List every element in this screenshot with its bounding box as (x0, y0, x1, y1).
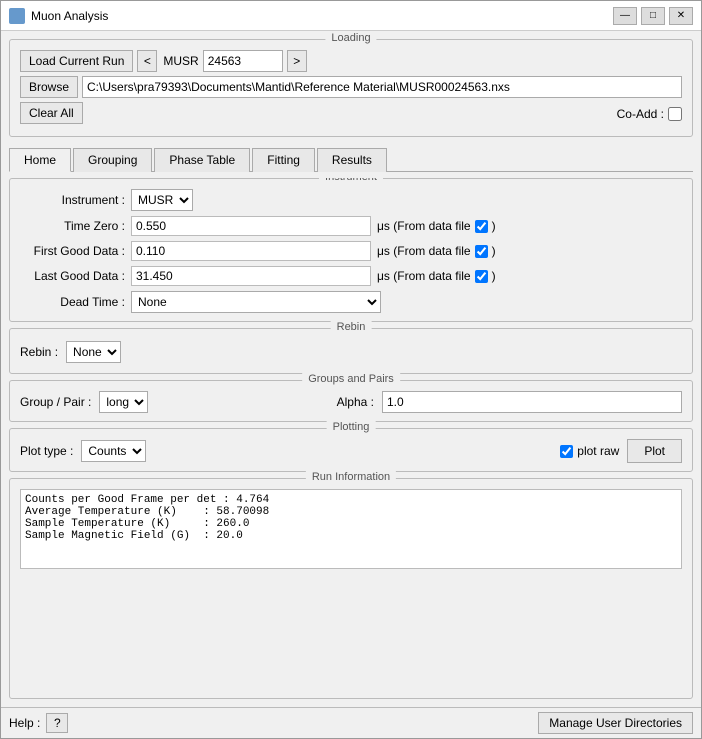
time-zero-input[interactable] (131, 216, 371, 236)
last-good-checkbox[interactable] (475, 270, 488, 283)
plotting-legend: Plotting (327, 421, 376, 433)
dead-time-label: Dead Time : (20, 295, 125, 309)
clear-all-button[interactable]: Clear All (20, 102, 83, 124)
instrument-select[interactable]: MUSR (131, 189, 193, 211)
co-add-section: Co-Add : (617, 107, 682, 121)
run-number-input[interactable] (203, 50, 283, 72)
loading-row1: Load Current Run < MUSR > (20, 50, 682, 72)
help-label: Help : (9, 716, 40, 730)
first-good-input[interactable] (131, 241, 371, 261)
loading-row3: Clear All Co-Add : (20, 102, 682, 124)
run-information-section: Run Information Counts per Good Frame pe… (9, 478, 693, 699)
plotting-section: Plotting Plot type : Counts plot raw Plo… (9, 428, 693, 472)
manage-user-directories-button[interactable]: Manage User Directories (538, 712, 693, 734)
groups-right: Alpha : (148, 391, 682, 413)
run-information-legend: Run Information (306, 471, 396, 483)
rebin-row: Rebin : None (20, 339, 682, 365)
groups-pairs-section: Groups and Pairs Group / Pair : long Alp… (9, 380, 693, 422)
browse-button[interactable]: Browse (20, 76, 78, 98)
instrument-legend: Instrument (319, 178, 383, 183)
first-good-checkbox[interactable] (475, 245, 488, 258)
groups-pairs-row: Group / Pair : long Alpha : (20, 391, 682, 413)
first-good-suffix: μs (From data file ) (377, 244, 496, 258)
tabs-bar: Home Grouping Phase Table Fitting Result… (9, 147, 693, 172)
loading-row2: Browse (20, 76, 682, 98)
load-current-run-button[interactable]: Load Current Run (20, 50, 133, 72)
maximize-button[interactable]: □ (641, 7, 665, 25)
minimize-button[interactable]: — (613, 7, 637, 25)
plotting-row: Plot type : Counts plot raw Plot (20, 439, 682, 463)
instrument-label: Instrument : (20, 193, 125, 207)
dead-time-row: Dead Time : None (20, 291, 682, 313)
plot-raw-label: plot raw (560, 444, 619, 458)
plot-raw-text: plot raw (577, 444, 619, 458)
time-zero-checkbox[interactable] (475, 220, 488, 233)
group-pair-label: Group / Pair : (20, 395, 91, 409)
app-icon (9, 8, 25, 24)
instrument-section: Instrument Instrument : MUSR Time Zero :… (9, 178, 693, 322)
tab-grouping[interactable]: Grouping (73, 148, 152, 172)
co-add-label: Co-Add : (617, 107, 664, 121)
loading-section: Loading Load Current Run < MUSR > Browse… (9, 39, 693, 137)
run-info-textarea: Counts per Good Frame per det : 4.764 Av… (20, 489, 682, 569)
tab-home[interactable]: Home (9, 148, 71, 172)
rebin-select[interactable]: None (66, 341, 121, 363)
plot-type-label: Plot type : (20, 444, 73, 458)
time-zero-label: Time Zero : (20, 219, 125, 233)
plot-button[interactable]: Plot (627, 439, 682, 463)
tab-results[interactable]: Results (317, 148, 387, 172)
bottom-bar: Help : ? Manage User Directories (1, 707, 701, 738)
titlebar: Muon Analysis — □ ✕ (1, 1, 701, 31)
instrument-musr-label: MUSR (163, 54, 198, 68)
tab-fitting[interactable]: Fitting (252, 148, 315, 172)
rebin-legend: Rebin (331, 321, 372, 333)
alpha-label: Alpha : (337, 395, 374, 409)
plot-raw-checkbox[interactable] (560, 445, 573, 458)
prev-run-button[interactable]: < (137, 50, 157, 72)
main-content: Loading Load Current Run < MUSR > Browse… (1, 31, 701, 707)
rebin-section: Rebin Rebin : None (9, 328, 693, 374)
first-good-label: First Good Data : (20, 244, 125, 258)
group-pair-select[interactable]: long (99, 391, 148, 413)
file-path-input[interactable] (82, 76, 682, 98)
last-good-label: Last Good Data : (20, 269, 125, 283)
dead-time-select[interactable]: None (131, 291, 381, 313)
run-info-wrapper: Counts per Good Frame per det : 4.764 Av… (20, 489, 682, 569)
groups-left: Group / Pair : long (20, 391, 148, 413)
loading-legend: Loading (325, 32, 376, 44)
plot-type-select[interactable]: Counts (81, 440, 146, 462)
last-good-suffix: μs (From data file ) (377, 269, 496, 283)
alpha-input[interactable] (382, 391, 682, 413)
window-title: Muon Analysis (31, 9, 607, 23)
tab-content: Instrument Instrument : MUSR Time Zero :… (9, 178, 693, 699)
groups-pairs-legend: Groups and Pairs (302, 373, 400, 385)
tab-phase-table[interactable]: Phase Table (154, 148, 250, 172)
help-button[interactable]: ? (46, 713, 68, 733)
time-zero-row: Time Zero : μs (From data file ) (20, 216, 682, 236)
rebin-label: Rebin : (20, 345, 58, 359)
last-good-row: Last Good Data : μs (From data file ) (20, 266, 682, 286)
time-zero-suffix: μs (From data file ) (377, 219, 496, 233)
next-run-button[interactable]: > (287, 50, 307, 72)
close-button[interactable]: ✕ (669, 7, 693, 25)
help-section: Help : ? (9, 713, 68, 733)
last-good-input[interactable] (131, 266, 371, 286)
main-window: Muon Analysis — □ ✕ Loading Load Current… (0, 0, 702, 739)
instrument-row: Instrument : MUSR (20, 189, 682, 211)
co-add-checkbox[interactable] (668, 107, 682, 121)
window-controls: — □ ✕ (613, 7, 693, 25)
first-good-row: First Good Data : μs (From data file ) (20, 241, 682, 261)
